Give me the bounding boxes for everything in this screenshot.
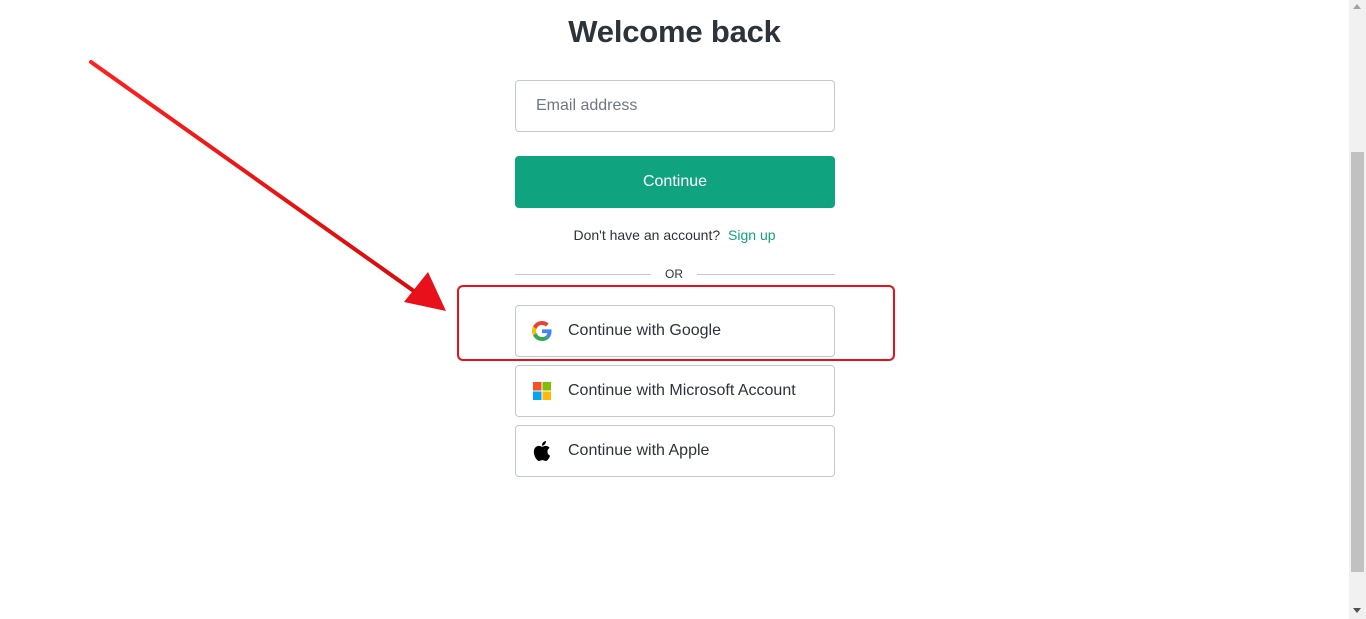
signup-prompt: Don't have an account? Sign up — [0, 227, 1349, 243]
microsoft-icon — [532, 381, 552, 401]
microsoft-button-label: Continue with Microsoft Account — [568, 382, 796, 399]
page-title: Welcome back — [568, 14, 781, 49]
divider-or-text: OR — [665, 267, 683, 281]
apple-icon — [532, 441, 552, 461]
scrollbar-thumb[interactable] — [1351, 152, 1364, 572]
continue-with-apple-button[interactable]: Continue with Apple — [515, 425, 835, 477]
signup-link[interactable]: Sign up — [728, 227, 775, 243]
google-icon — [532, 321, 552, 341]
email-field[interactable] — [515, 80, 835, 132]
login-page: Welcome back Continue Don't have an acco… — [0, 0, 1366, 619]
no-account-text: Don't have an account? — [573, 227, 721, 243]
continue-with-microsoft-button[interactable]: Continue with Microsoft Account — [515, 365, 835, 417]
google-button-label: Continue with Google — [568, 322, 721, 339]
divider-line-right — [697, 274, 835, 275]
scroll-down-icon[interactable] — [1353, 608, 1361, 613]
continue-button[interactable]: Continue — [515, 156, 835, 208]
continue-with-google-button[interactable]: Continue with Google — [515, 305, 835, 357]
divider-line-left — [515, 274, 651, 275]
scroll-up-icon[interactable] — [1353, 4, 1361, 9]
apple-button-label: Continue with Apple — [568, 442, 710, 459]
